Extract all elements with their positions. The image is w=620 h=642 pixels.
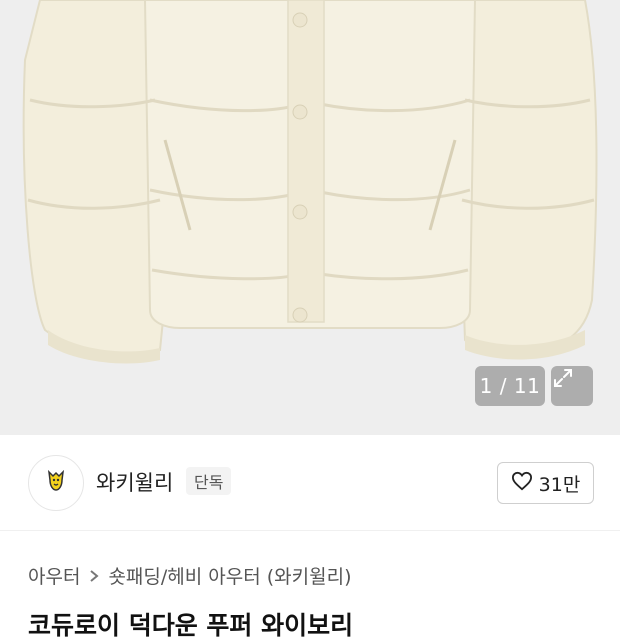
breadcrumb: 아우터 숏패딩/헤비 아우터 (와키윌리) bbox=[28, 562, 352, 589]
breadcrumb-item-outer[interactable]: 아우터 bbox=[28, 562, 80, 589]
brand-name[interactable]: 와키윌리 bbox=[96, 467, 173, 497]
divider bbox=[0, 530, 620, 531]
duck-mascot-icon bbox=[43, 468, 69, 498]
like-count: 31만 bbox=[538, 473, 581, 496]
chevron-right-icon bbox=[88, 569, 100, 583]
product-image-gallery[interactable]: 1 / 11 bbox=[0, 0, 620, 435]
brand-row: 와키윌리 단독 31만 bbox=[0, 435, 620, 530]
image-counter: 1 / 11 bbox=[475, 366, 545, 406]
breadcrumb-item-category[interactable]: 숏패딩/헤비 아우터 (와키윌리) bbox=[108, 562, 351, 589]
heart-outline-icon bbox=[511, 471, 533, 496]
like-button[interactable]: 31만 bbox=[497, 462, 594, 504]
brand-logo[interactable] bbox=[28, 455, 84, 511]
expand-image-button[interactable] bbox=[551, 366, 593, 406]
product-title: 코듀로이 덕다운 푸퍼 와이보리 bbox=[28, 611, 354, 640]
exclusive-badge: 단독 bbox=[186, 467, 232, 495]
